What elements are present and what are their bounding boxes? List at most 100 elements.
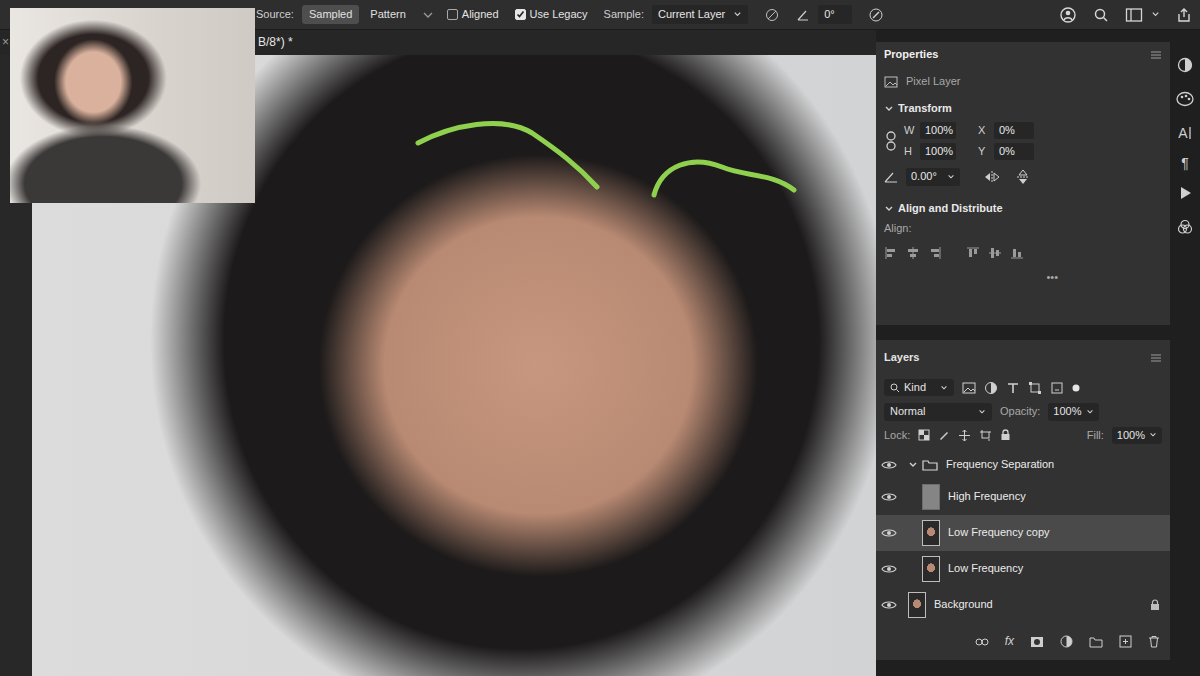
new-group-icon[interactable] [1089, 636, 1103, 648]
align-left-icon[interactable] [884, 246, 898, 260]
new-layer-icon[interactable] [1119, 635, 1132, 648]
layer-row[interactable]: Low Frequency copy [876, 515, 1170, 551]
checkbox[interactable] [447, 9, 458, 20]
lock-all-icon[interactable] [1000, 429, 1011, 441]
source-mode-button[interactable]: Sampled [302, 5, 359, 24]
lock-pixels-icon[interactable] [938, 429, 950, 441]
account-icon[interactable] [1059, 6, 1077, 24]
play-actions-icon[interactable] [1178, 186, 1192, 200]
align-section[interactable]: Align and Distribute [884, 198, 1162, 220]
option-checkbox[interactable]: Use Legacy [515, 8, 588, 21]
align-top-icon[interactable] [966, 246, 980, 260]
pattern-dropdown-icon[interactable] [421, 8, 435, 22]
chevron-icon [947, 173, 955, 181]
ignore-adjustments-icon[interactable] [764, 7, 780, 23]
lock-artboard-icon[interactable] [979, 429, 992, 441]
expand-chevron-icon[interactable] [908, 460, 918, 470]
eye-icon[interactable] [881, 527, 897, 539]
sample-label: Sample: [604, 8, 644, 21]
transform-field[interactable]: 100% [920, 122, 956, 139]
fill-field[interactable]: 100% [1112, 427, 1162, 444]
layer-style-button[interactable]: fx [1005, 634, 1014, 648]
angle-icon [796, 8, 810, 22]
angle-icon [884, 171, 898, 183]
transform-field[interactable]: 0% [994, 122, 1034, 139]
filter-type-icon[interactable] [1006, 381, 1020, 395]
adjustments-icon[interactable] [1177, 57, 1193, 73]
lock-transparent-icon[interactable] [918, 429, 930, 441]
layer-row[interactable]: Frequency Separation [876, 451, 1170, 479]
section-title: Transform [898, 102, 952, 115]
visibility-toggle[interactable] [876, 459, 902, 471]
eye-icon[interactable] [881, 563, 897, 575]
add-mask-icon[interactable] [1030, 636, 1044, 648]
layer-name: Low Frequency [948, 562, 1023, 575]
layer-row[interactable]: High Frequency [876, 479, 1170, 515]
filter-shape-icon[interactable] [1028, 381, 1042, 395]
filter-adjustment-icon[interactable] [984, 381, 998, 395]
delete-layer-icon[interactable] [1148, 635, 1160, 648]
align-bottom-icon[interactable] [1010, 246, 1024, 260]
layer-row[interactable]: Low Frequency [876, 551, 1170, 587]
blend-mode-dropdown[interactable]: Normal [884, 403, 992, 420]
lock-position-icon[interactable] [958, 429, 971, 442]
flip-horizontal-icon[interactable] [984, 170, 1000, 184]
color-palette-icon[interactable] [1176, 91, 1194, 107]
eye-icon[interactable] [881, 491, 897, 503]
align-right-icon[interactable] [928, 246, 942, 260]
share-icon[interactable] [1176, 7, 1192, 23]
document-title: B/8*) * [258, 35, 293, 49]
source-mode-button[interactable]: Pattern [363, 5, 412, 24]
expand-chevron-icon[interactable] [884, 104, 894, 114]
workspace-icon[interactable] [1125, 7, 1143, 23]
visibility-toggle[interactable] [876, 527, 902, 539]
chevron-icon[interactable] [1151, 10, 1160, 19]
field-label: W [904, 124, 918, 137]
expand-chevron-icon[interactable] [884, 204, 894, 214]
option-checkbox[interactable]: Aligned [447, 8, 499, 21]
angle-field[interactable]: 0° [818, 5, 852, 24]
link-layers-icon[interactable] [975, 637, 989, 647]
visibility-toggle[interactable] [876, 491, 902, 503]
align-center-icon[interactable] [906, 246, 920, 260]
eye-icon[interactable] [881, 599, 897, 611]
align-middle-icon[interactable] [988, 246, 1002, 260]
transform-section[interactable]: Transform [884, 98, 1162, 120]
filter-pixel-icon[interactable] [962, 382, 976, 394]
visibility-toggle[interactable] [876, 599, 902, 611]
layer-name: Low Frequency copy [948, 526, 1050, 539]
filter-toggle-icon[interactable] [1072, 384, 1080, 392]
angle-field[interactable]: 0.00° [906, 168, 960, 185]
field-label: Y [978, 145, 992, 158]
layer-body: High Frequency [902, 484, 1160, 510]
sample-dropdown[interactable]: Current Layer [652, 5, 748, 24]
pressure-icon[interactable] [868, 7, 884, 23]
panel-menu-icon[interactable] [1150, 353, 1162, 363]
check-icon [516, 10, 525, 19]
transform-field[interactable]: 100% [920, 143, 956, 160]
layer-row[interactable]: Background [876, 587, 1170, 623]
eye-icon[interactable] [881, 459, 897, 471]
folder-icon [922, 459, 938, 471]
more-options-button[interactable]: ••• [1046, 271, 1058, 284]
link-icon[interactable] [884, 130, 898, 152]
layer-thumbnail [908, 592, 926, 618]
visibility-toggle[interactable] [876, 563, 902, 575]
flip-vertical-icon[interactable] [1016, 169, 1030, 185]
opacity-field[interactable]: 100% [1048, 403, 1098, 420]
lock-label: Lock: [884, 429, 910, 442]
checkbox[interactable] [515, 9, 526, 20]
filter-smart-object-icon[interactable] [1050, 381, 1064, 395]
panel-title: Properties [884, 48, 938, 61]
paragraph-panel-button[interactable]: ¶ [1181, 150, 1189, 176]
adjustment-layer-icon[interactable] [1060, 635, 1073, 648]
character-panel-button[interactable]: A [1178, 116, 1191, 150]
search-icon[interactable] [1093, 7, 1109, 23]
channels-icon[interactable] [1177, 219, 1193, 235]
pixel-layer-icon [884, 76, 898, 88]
close-tab-button[interactable]: × [2, 35, 9, 49]
filter-kind-dropdown[interactable]: Kind [884, 379, 954, 396]
panel-menu-icon[interactable] [1150, 50, 1162, 60]
opacity-value: 100% [1053, 405, 1081, 418]
transform-field[interactable]: 0% [994, 143, 1034, 160]
